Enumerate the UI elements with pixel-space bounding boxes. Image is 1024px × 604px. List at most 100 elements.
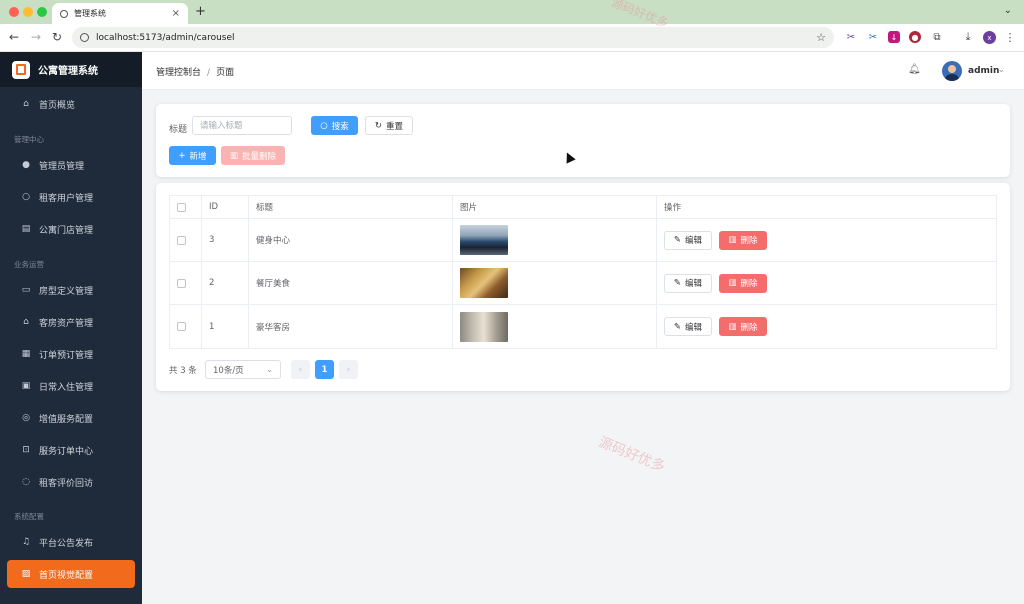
sidebar-item-reviews[interactable]: ◌ 租客评价回访 bbox=[7, 468, 135, 496]
notification-bell-icon[interactable]: 🔔︎ bbox=[908, 64, 921, 75]
back-arrow-icon[interactable]: ← bbox=[9, 30, 19, 44]
delete-button[interactable]: ▥ 删除 bbox=[719, 230, 767, 250]
sidebar-item-stores[interactable]: ▤ 公寓门店管理 bbox=[7, 215, 135, 243]
calendar-icon: ▦ bbox=[21, 349, 31, 359]
brand-name: 公寓管理系统 bbox=[38, 66, 98, 77]
next-page-button[interactable]: › bbox=[339, 360, 358, 379]
delete-button[interactable]: ▥ 删除 bbox=[719, 317, 767, 336]
chevron-down-icon: ⌄ bbox=[266, 365, 273, 374]
window-minimize-button[interactable] bbox=[23, 7, 33, 17]
column-header-title: 标题 bbox=[249, 196, 453, 218]
sidebar-item-label: 首页概览 bbox=[39, 100, 76, 111]
forward-arrow-icon[interactable]: → bbox=[31, 30, 41, 44]
column-header-id: ID bbox=[202, 196, 249, 218]
select-all-checkbox[interactable] bbox=[177, 202, 186, 212]
globe-icon bbox=[60, 9, 68, 18]
edit-button[interactable]: ✎ 编辑 bbox=[664, 317, 712, 336]
window-close-button[interactable] bbox=[9, 7, 19, 17]
edit-icon: ✎ bbox=[673, 235, 682, 245]
chevron-down-icon[interactable]: ⌄ bbox=[1004, 5, 1012, 16]
profile-extension-icon[interactable]: ● bbox=[909, 31, 921, 43]
sidebar-item-home-visual[interactable]: ▨ 首页视觉配置 bbox=[7, 560, 135, 588]
sidebar-item-admins[interactable]: ● 管理员管理 bbox=[7, 151, 135, 179]
house-icon: ⌂ bbox=[23, 317, 29, 327]
trash-icon: ▥ bbox=[229, 150, 238, 161]
reload-icon[interactable]: ↻ bbox=[52, 30, 62, 44]
sidebar-item-checkins[interactable]: ▣ 日常入住管理 bbox=[7, 372, 135, 400]
total-count: 共 3 条 bbox=[169, 366, 197, 376]
edit-button[interactable]: ✎ 编辑 bbox=[664, 230, 712, 250]
carousel-table: ID 标题 图片 操作 3 健身中心 ✎ 编辑 ▥ 删除 2 餐厅美食 ✎ 编辑… bbox=[169, 195, 997, 349]
close-icon[interactable]: × bbox=[172, 8, 180, 19]
title-search-input[interactable] bbox=[192, 116, 292, 135]
header-checkbox-cell bbox=[170, 196, 202, 218]
new-tab-button[interactable]: + bbox=[195, 4, 206, 19]
sidebar-item-label: 租客用户管理 bbox=[39, 193, 94, 204]
sidebar-item-label: 房型定义管理 bbox=[39, 286, 94, 297]
sidebar-item-home[interactable]: ⌂ 首页概览 bbox=[7, 90, 135, 118]
page-size-select[interactable]: 10条/页 ⌄ bbox=[205, 360, 281, 379]
row-checkbox[interactable] bbox=[177, 322, 186, 331]
table-panel: ID 标题 图片 操作 3 健身中心 ✎ 编辑 ▥ 删除 2 餐厅美食 ✎ 编辑… bbox=[156, 183, 1010, 391]
sidebar-item-service-orders[interactable]: ⊡ 服务订单中心 bbox=[7, 436, 135, 464]
bookmark-star-icon[interactable]: ☆ bbox=[816, 31, 826, 44]
download-extension-icon[interactable]: ↓ bbox=[888, 31, 900, 43]
bell-icon: ♫ bbox=[21, 537, 31, 547]
sidebar-item-tenants[interactable]: ○ 租客用户管理 bbox=[7, 183, 135, 211]
prev-page-button[interactable]: ‹ bbox=[291, 360, 310, 379]
window-maximize-button[interactable] bbox=[37, 7, 47, 17]
cell-id: 3 bbox=[202, 219, 249, 261]
breadcrumb-root[interactable]: 管理控制台 bbox=[156, 68, 201, 78]
menu-group-management: 管理中心 bbox=[14, 135, 44, 144]
add-button[interactable]: + 新增 bbox=[169, 146, 216, 165]
room-thumbnail[interactable] bbox=[460, 311, 508, 342]
edit-button[interactable]: ✎ 编辑 bbox=[664, 273, 712, 293]
search-button[interactable]: ○ 搜索 bbox=[311, 116, 358, 135]
headset-icon: ◎ bbox=[22, 413, 30, 423]
chevron-down-icon[interactable]: ⌄ bbox=[998, 65, 1005, 74]
cart-icon: ⊡ bbox=[22, 445, 30, 455]
avatar[interactable] bbox=[942, 61, 962, 81]
sidebar-item-orders[interactable]: ▦ 订单预订管理 bbox=[7, 340, 135, 368]
sidebar-item-label: 平台公告发布 bbox=[39, 538, 94, 549]
top-header: 管理控制台 / 页面 🔔︎ admin ⌄ bbox=[142, 52, 1024, 90]
cell-image bbox=[453, 305, 657, 348]
scissors-extension-icon[interactable]: ✂ bbox=[845, 31, 857, 43]
url-text: localhost:5173/admin/carousel bbox=[96, 32, 235, 43]
profile-avatar[interactable]: x bbox=[983, 31, 996, 44]
downloads-icon[interactable]: ⤓ bbox=[962, 30, 974, 43]
edit-icon: ✎ bbox=[673, 278, 682, 288]
puzzle-extensions-icon[interactable]: ⧉ bbox=[931, 31, 943, 43]
cell-title: 健身中心 bbox=[249, 219, 453, 261]
batch-delete-button[interactable]: ▥ 批量删除 bbox=[221, 146, 285, 165]
username[interactable]: admin bbox=[968, 66, 999, 76]
menu-group-system: 系统配置 bbox=[14, 512, 44, 521]
site-info-icon[interactable] bbox=[80, 33, 89, 42]
row-checkbox[interactable] bbox=[177, 235, 186, 245]
page-size-value: 10条/页 bbox=[213, 365, 244, 376]
cell-image bbox=[453, 262, 657, 304]
reset-button[interactable]: ↻ 重置 bbox=[365, 116, 413, 135]
cell-title: 餐厅美食 bbox=[249, 262, 453, 304]
sidebar-item-services[interactable]: ◎ 增值服务配置 bbox=[7, 404, 135, 432]
address-bar[interactable]: localhost:5173/admin/carousel ☆ bbox=[72, 27, 834, 48]
home-icon: ⌂ bbox=[23, 99, 29, 109]
plus-icon: + bbox=[178, 150, 186, 161]
delete-button[interactable]: ▥ 删除 bbox=[719, 273, 767, 293]
sidebar-item-label: 订单预订管理 bbox=[39, 350, 94, 361]
gym-thumbnail[interactable] bbox=[460, 225, 508, 255]
food-thumbnail[interactable] bbox=[460, 268, 508, 298]
page-number-button[interactable]: 1 bbox=[315, 360, 334, 379]
row-checkbox[interactable] bbox=[177, 278, 186, 288]
user-outline-icon: ○ bbox=[22, 192, 30, 202]
sidebar-item-announcements[interactable]: ♫ 平台公告发布 bbox=[7, 528, 135, 556]
title-label: 标题 bbox=[169, 125, 188, 135]
sidebar-item-label: 增值服务配置 bbox=[39, 414, 94, 425]
search-icon: ○ bbox=[320, 120, 328, 131]
row-checkbox-cell bbox=[170, 219, 202, 261]
kebab-menu-icon[interactable]: ⋮ bbox=[1004, 31, 1016, 44]
browser-tab[interactable]: 管理系统 × bbox=[52, 3, 188, 24]
scissors-blue-extension-icon[interactable]: ✂ bbox=[867, 31, 879, 43]
sidebar-item-room-types[interactable]: ▭ 房型定义管理 bbox=[7, 276, 135, 304]
sidebar-item-rooms[interactable]: ⌂ 客房资产管理 bbox=[7, 308, 135, 336]
